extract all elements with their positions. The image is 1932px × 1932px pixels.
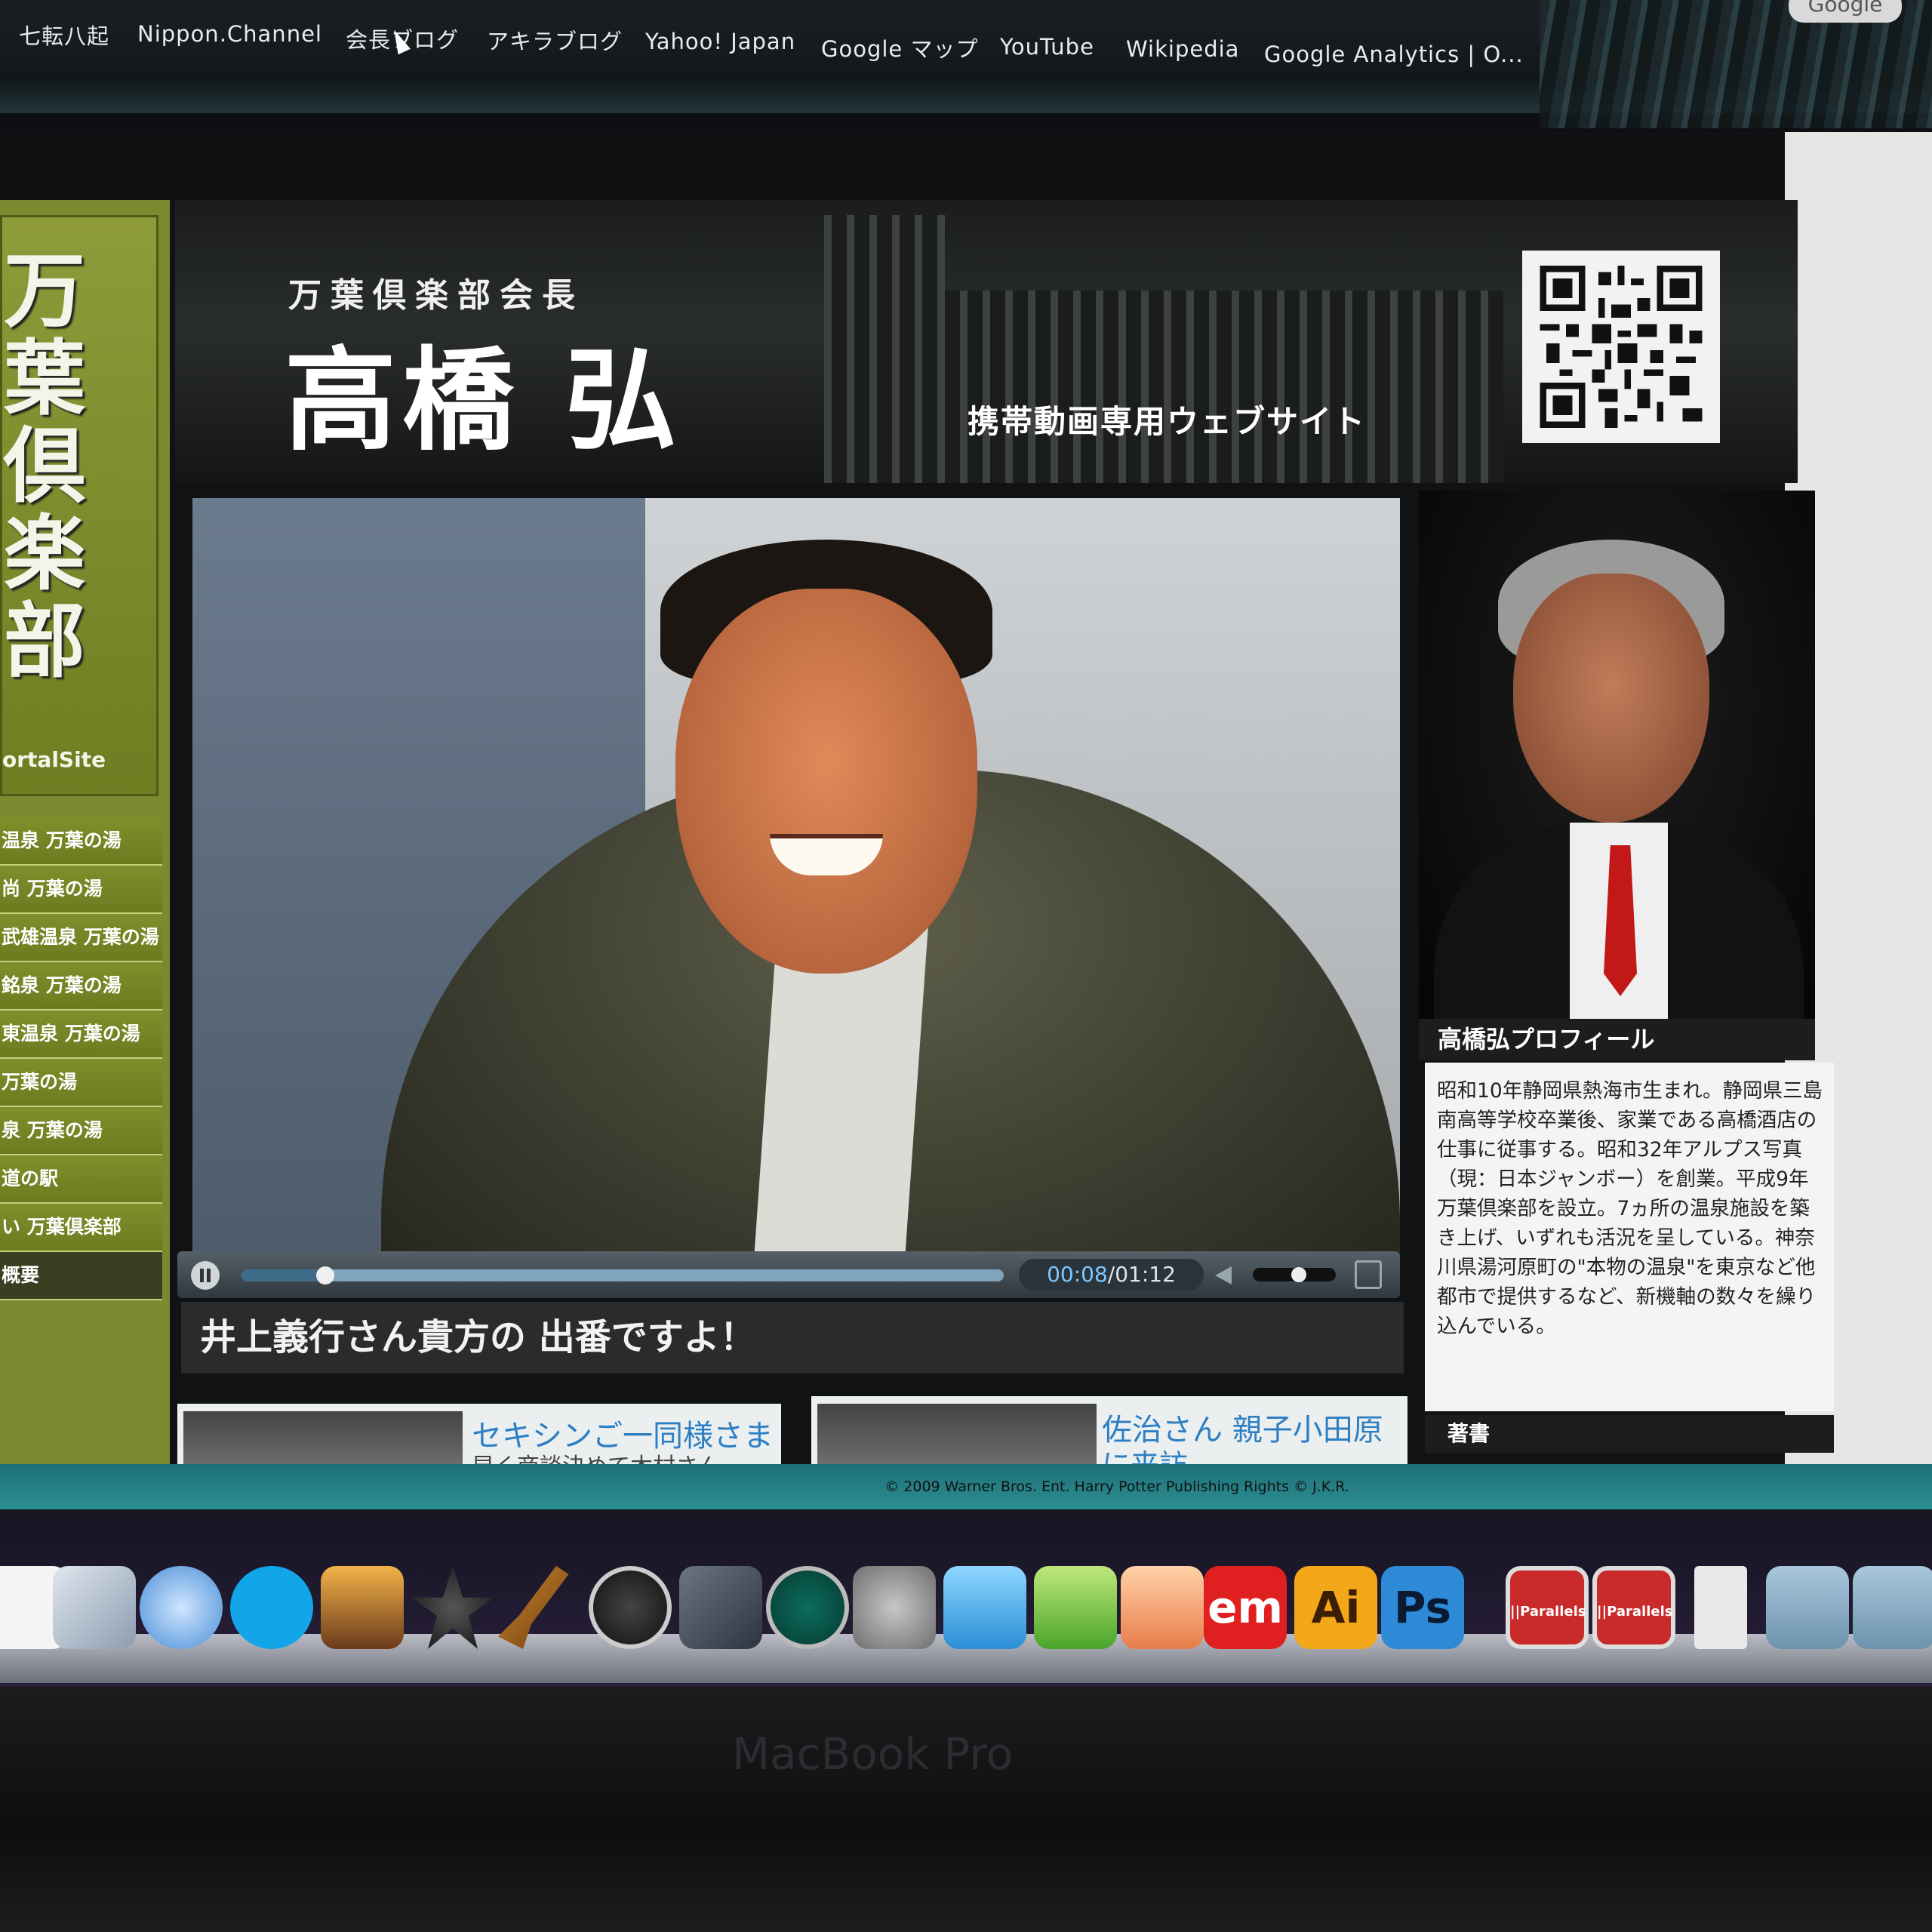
sidebar-item[interactable]: 尚 万葉の湯 [0, 866, 162, 914]
sidebar-item[interactable]: 東温泉 万葉の湯 [0, 1011, 162, 1059]
bookmark-nippon-channel[interactable]: Nippon.Channel [137, 21, 322, 47]
fullscreen-icon[interactable] [1355, 1260, 1382, 1289]
green-app-icon[interactable] [1034, 1566, 1117, 1649]
bookmark-google-analytics[interactable]: Google Analytics | O... [1264, 42, 1524, 67]
video-controls: 00:08/01:12 [177, 1251, 1400, 1298]
illustrator-icon[interactable]: Ai [1294, 1566, 1377, 1649]
logo-text: 万葉倶楽部 [4, 244, 86, 689]
document-icon[interactable] [1694, 1566, 1747, 1649]
sidebar: 万葉倶楽部 ortalSite 温泉 万葉の湯 尚 万葉の湯 武雄温泉 万葉の湯… [0, 200, 170, 1483]
time-current: 00:08 [1047, 1262, 1108, 1287]
image-capture-icon[interactable] [321, 1566, 404, 1649]
screen: 七転八起 Nippon.Channel 会長ブログ アキラブログ Yahoo! … [0, 0, 1932, 1932]
building-tower [824, 215, 945, 298]
sidebar-nav: 温泉 万葉の湯 尚 万葉の湯 武雄温泉 万葉の湯 銘泉 万葉の湯 東温泉 万葉の… [0, 817, 162, 1300]
header-name: 高橋 弘 [285, 336, 683, 466]
volume-slider[interactable] [1253, 1267, 1336, 1282]
crossover-icon[interactable] [589, 1566, 672, 1649]
volume-icon[interactable] [1215, 1266, 1232, 1284]
device-label: MacBook Pro [732, 1728, 1014, 1780]
page-footer: © 2009 Warner Bros. Ent. Harry Potter Pu… [0, 1464, 1932, 1509]
bookmark-youtube[interactable]: YouTube [1000, 34, 1094, 60]
qr-code-icon [1522, 251, 1720, 443]
sidebar-item[interactable]: い 万葉倶楽部 [0, 1204, 162, 1252]
time-separator: / [1107, 1262, 1115, 1287]
parallels-icon[interactable]: ||Parallels [1506, 1566, 1589, 1649]
sidebar-item[interactable]: 概要 [0, 1252, 162, 1300]
video-caption: 井上義行さん貴方の 出番ですよ！ [181, 1302, 1404, 1374]
bookmark-yahoo-japan[interactable]: Yahoo! Japan [645, 29, 795, 54]
itunes-icon[interactable] [140, 1566, 223, 1649]
header-tagline: 携帯動画専用ウェブサイト [968, 403, 1367, 440]
folder-icon[interactable] [1766, 1566, 1849, 1649]
sidebar-item[interactable]: 万葉の湯 [0, 1059, 162, 1107]
em-app-icon[interactable]: em [1204, 1566, 1287, 1649]
folder-icon[interactable] [1853, 1566, 1932, 1649]
books-heading[interactable]: 著書 [1425, 1415, 1834, 1453]
profile-heading: 高橋弘プロフィール [1419, 1019, 1815, 1060]
logo-subtitle: ortalSite [2, 747, 106, 772]
google-search-box[interactable]: Google [1789, 0, 1902, 23]
profile-face [1513, 574, 1709, 823]
skype-icon[interactable] [230, 1566, 313, 1649]
time-total: 01:12 [1115, 1262, 1176, 1287]
video-player[interactable] [192, 498, 1400, 1253]
laptop-bezel [0, 1687, 1932, 1932]
seek-bar[interactable] [242, 1266, 1004, 1284]
seek-bar-played [242, 1269, 326, 1281]
video-person-face [675, 589, 977, 974]
orange-app-icon[interactable] [1121, 1566, 1204, 1649]
sidebar-item[interactable]: 道の駅 [0, 1155, 162, 1204]
volume-slider-handle[interactable] [1291, 1267, 1306, 1282]
seek-bar-handle[interactable] [316, 1266, 335, 1284]
dashboard-icon[interactable] [679, 1566, 762, 1649]
page-top-strip [0, 132, 1785, 204]
parallels-icon[interactable]: ||Parallels [1592, 1566, 1675, 1649]
pause-button[interactable] [191, 1261, 220, 1290]
photoshop-icon[interactable]: Ps [1381, 1566, 1464, 1649]
header-banner: 万葉倶楽部会長 高橋 弘 携帯動画専用ウェブサイト [175, 200, 1798, 483]
sidebar-item[interactable]: 温泉 万葉の湯 [0, 817, 162, 866]
sidebar-item[interactable]: 武雄温泉 万葉の湯 [0, 914, 162, 962]
site-logo[interactable]: 万葉倶楽部 ortalSite [0, 215, 158, 796]
building-silhouette [824, 291, 1503, 483]
time-display: 00:08/01:12 [1019, 1259, 1204, 1291]
iweb-icon[interactable] [943, 1566, 1026, 1649]
iphoto-icon[interactable] [53, 1566, 136, 1649]
bookmark-google-maps[interactable]: Google マップ [821, 32, 978, 63]
time-machine-icon[interactable] [766, 1566, 849, 1649]
bookmark-wikipedia[interactable]: Wikipedia [1126, 36, 1239, 62]
sidebar-item[interactable]: 泉 万葉の湯 [0, 1107, 162, 1155]
bookmark-akira-blog[interactable]: アキラブログ [487, 24, 623, 56]
sidebar-item[interactable]: 銘泉 万葉の湯 [0, 962, 162, 1011]
bookmarks-bar: 七転八起 Nippon.Channel 会長ブログ アキラブログ Yahoo! … [0, 0, 1932, 128]
profile-photo [1419, 491, 1815, 1019]
system-preferences-gear-icon[interactable] [853, 1566, 936, 1649]
profile-bio: 昭和10年静岡県熱海市生まれ。静岡県三島南高等学校卒業後、家業である高橋酒店の仕… [1425, 1063, 1834, 1411]
bookmark-shichiten-hakki[interactable]: 七転八起 [19, 19, 109, 51]
